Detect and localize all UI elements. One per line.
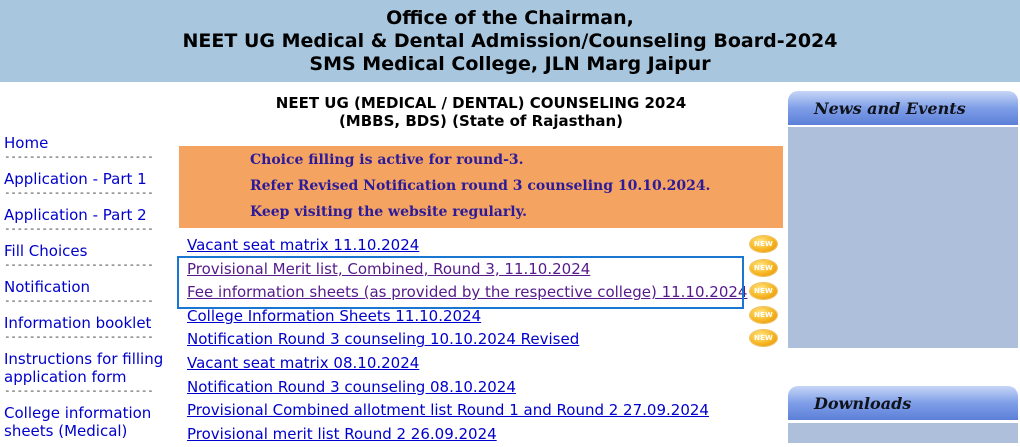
notice-line: Keep visiting the website regularly. bbox=[250, 204, 527, 220]
header-line-board: NEET UG Medical & Dental Admission/Couns… bbox=[182, 30, 838, 52]
link-vacant-seat-matrix-08-10-2024[interactable]: Vacant seat matrix 08.10.2024 bbox=[187, 353, 419, 373]
notice-box: Choice filling is active for round-3. Re… bbox=[179, 146, 783, 228]
sidebar-item-information-booklet[interactable]: Information booklet bbox=[4, 314, 164, 332]
sidebar-separator: ------------------------ bbox=[4, 260, 154, 270]
new-badge-icon: NEW bbox=[750, 306, 777, 323]
downloads-title: Downloads bbox=[814, 394, 912, 413]
sidebar-separator: ------------------------ bbox=[4, 224, 154, 234]
sidebar-separator: ------------------------ bbox=[4, 152, 154, 162]
list-item: Notification Round 3 counseling 08.10.20… bbox=[187, 377, 787, 401]
list-item: Vacant seat matrix 08.10.2024 bbox=[187, 353, 787, 377]
downloads-header: Downloads bbox=[788, 386, 1018, 420]
news-events-title: News and Events bbox=[814, 99, 966, 118]
sidebar-item-college-information-sheets[interactable]: College information sheets (Medical) bbox=[4, 404, 164, 440]
sidebar-item-home[interactable]: Home bbox=[4, 134, 164, 152]
sidebar-item-application-part-2[interactable]: Application - Part 2 bbox=[4, 206, 164, 224]
sidebar-separator: ------------------------ bbox=[4, 332, 154, 342]
news-events-panel bbox=[788, 127, 1018, 348]
sidebar-item-notification[interactable]: Notification bbox=[4, 278, 164, 296]
page-title-line-1: NEET UG (MEDICAL / DENTAL) COUNSELING 20… bbox=[275, 94, 687, 112]
new-badge-icon: NEW bbox=[750, 259, 777, 276]
sidebar-nav: Home ------------------------ Applicatio… bbox=[4, 134, 164, 440]
list-item: Notification Round 3 counseling 10.10.20… bbox=[187, 329, 787, 353]
link-vacant-seat-matrix-11-10-2024[interactable]: Vacant seat matrix 11.10.2024 bbox=[187, 235, 419, 255]
header-line-college: SMS Medical College, JLN Marg Jaipur bbox=[309, 53, 711, 75]
notice-line: Refer Revised Notification round 3 couns… bbox=[250, 178, 711, 194]
header-line-office: Office of the Chairman, bbox=[386, 7, 634, 29]
sidebar-separator: ------------------------ bbox=[4, 296, 154, 306]
sidebar-item-fill-choices[interactable]: Fill Choices bbox=[4, 242, 164, 260]
list-item: College Information Sheets 11.10.2024 NE… bbox=[187, 306, 787, 330]
new-badge-icon: NEW bbox=[750, 330, 777, 347]
list-item: Provisional Combined allotment list Roun… bbox=[187, 400, 787, 424]
sidebar-item-instructions[interactable]: Instructions for filling application for… bbox=[4, 350, 164, 386]
link-notification-round-3-08-10-2024[interactable]: Notification Round 3 counseling 08.10.20… bbox=[187, 377, 516, 397]
sidebar-separator: ------------------------ bbox=[4, 386, 154, 396]
page-title-line-2: (MBBS, BDS) (State of Rajasthan) bbox=[338, 112, 624, 130]
site-header: Office of the Chairman, NEET UG Medical … bbox=[0, 0, 1020, 82]
list-item: Provisional merit list Round 2 26.09.202… bbox=[187, 424, 787, 447]
new-badge-icon: NEW bbox=[750, 283, 777, 300]
new-badge-icon: NEW bbox=[750, 236, 777, 252]
news-events-header: News and Events bbox=[788, 91, 1018, 125]
page-title: NEET UG (MEDICAL / DENTAL) COUNSELING 20… bbox=[180, 94, 782, 130]
link-provisional-combined-allotment-list[interactable]: Provisional Combined allotment list Roun… bbox=[187, 400, 709, 420]
sidebar-item-application-part-1[interactable]: Application - Part 1 bbox=[4, 170, 164, 188]
downloads-panel bbox=[788, 423, 1018, 443]
notice-line: Choice filling is active for round-3. bbox=[250, 152, 524, 168]
highlight-box bbox=[177, 256, 744, 309]
link-provisional-merit-list-round-2[interactable]: Provisional merit list Round 2 26.09.202… bbox=[187, 424, 497, 444]
sidebar-separator: ------------------------ bbox=[4, 188, 154, 198]
link-notification-round-3-revised[interactable]: Notification Round 3 counseling 10.10.20… bbox=[187, 329, 579, 349]
